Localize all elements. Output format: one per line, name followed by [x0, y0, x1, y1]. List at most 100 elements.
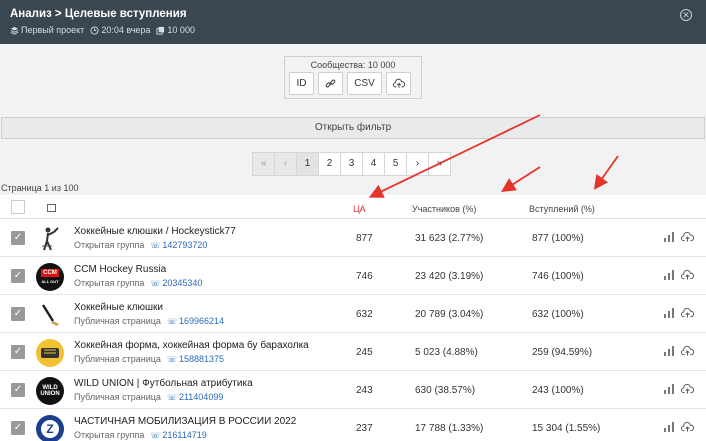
joins-value: 243 (100%) [532, 385, 584, 396]
bar-chart-icon[interactable] [663, 345, 675, 357]
community-id-link[interactable]: ☏ 142793720 [150, 240, 207, 250]
community-name[interactable]: Хоккейные клюшки [74, 302, 163, 313]
time-text: 20:04 вчера [101, 25, 151, 35]
last-page-button[interactable]: » [428, 152, 451, 176]
header-meta: Первый проект 20:04 вчера 10 000 [10, 25, 195, 35]
cloud-upload-icon[interactable] [681, 269, 694, 281]
cloud-upload-icon[interactable] [681, 421, 694, 433]
community-type-line: Публичная страница ☏ 158881375 [74, 354, 224, 364]
community-name[interactable]: Хоккейная форма, хоккейная форма бу бара… [74, 340, 309, 351]
table-row: ✓ Хоккейные клюшки Публичная страница ☏ 1699… [0, 295, 706, 333]
cloud-upload-icon[interactable] [681, 307, 694, 319]
community-type: Открытая группа [74, 240, 145, 250]
cloud-upload-icon[interactable] [681, 345, 694, 357]
project-info: Первый проект [10, 25, 84, 35]
community-name[interactable]: ЧАСТИЧНАЯ МОБИЛИЗАЦИЯ В РОССИИ 2022 [74, 416, 296, 427]
vk-icon: ☏ [166, 393, 177, 402]
row-checkbox[interactable]: ✓ [11, 345, 25, 359]
vk-icon: ☏ [150, 279, 161, 288]
community-id-link[interactable]: ☏ 20345340 [150, 278, 202, 288]
community-avatar: Z [36, 415, 64, 441]
bar-chart-icon[interactable] [663, 269, 675, 281]
column-header-joins[interactable]: Вступлений (%) [529, 204, 595, 214]
header-bar: Анализ > Целевые вступления Первый проек… [0, 0, 706, 44]
row-checkbox[interactable]: ✓ [11, 269, 25, 283]
page-title: Анализ > Целевые вступления [10, 8, 187, 20]
community-type-line: Открытая группа ☏ 20345340 [74, 278, 202, 288]
community-name[interactable]: Хоккейные клюшки / Hockeystick77 [74, 226, 236, 237]
bar-chart-icon[interactable] [663, 231, 675, 243]
row-checkbox[interactable]: ✓ [11, 383, 25, 397]
community-id-link[interactable]: ☏ 216114719 [150, 430, 206, 440]
link-icon [325, 79, 336, 88]
community-name[interactable]: CCM Hockey Russia [74, 264, 166, 275]
joins-value: 632 (100%) [532, 309, 584, 320]
community-id-link[interactable]: ☏ 169966214 [167, 316, 224, 326]
row-checkbox[interactable]: ✓ [11, 231, 25, 245]
next-page-button[interactable]: › [406, 152, 429, 176]
community-type-line: Открытая группа ☏ 142793720 [74, 240, 207, 250]
cloud-upload-icon[interactable] [681, 231, 694, 243]
community-avatar [36, 301, 64, 329]
bar-chart-icon[interactable] [663, 421, 675, 433]
cloud-upload-icon[interactable] [681, 383, 694, 395]
community-avatar: CCM ALL OUT [36, 263, 64, 291]
community-type: Публичная страница [74, 354, 161, 364]
copy-link-button[interactable] [318, 72, 343, 95]
page-button-2[interactable]: 2 [318, 152, 341, 176]
joins-value: 259 (94.59%) [532, 347, 593, 358]
row-checkbox[interactable]: ✓ [11, 421, 25, 435]
community-type: Публичная страница [74, 316, 161, 326]
ca-value: 632 [356, 309, 373, 320]
community-id-link[interactable]: ☏ 158881375 [167, 354, 224, 364]
first-page-button[interactable]: « [252, 152, 275, 176]
vk-icon: ☏ [150, 241, 161, 250]
joins-value: 877 (100%) [532, 233, 584, 244]
community-name[interactable]: WILD UNION | Футбольная атрибутика [74, 378, 253, 389]
close-button[interactable]: ✕ [680, 9, 692, 21]
export-csv-button[interactable]: CSV [347, 72, 382, 95]
community-type-line: Публичная страница ☏ 211404099 [74, 392, 223, 402]
cloud-upload-button[interactable] [386, 72, 411, 95]
community-type: Открытая группа [74, 278, 145, 288]
time-info: 20:04 вчера [90, 25, 150, 35]
community-type-line: Публичная страница ☏ 169966214 [74, 316, 224, 326]
column-header-members[interactable]: Участников (%) [412, 204, 476, 214]
vk-icon: ☏ [166, 317, 177, 326]
table-header: ЦА Участников (%) Вступлений (%) [0, 195, 706, 219]
communities-table: ЦА Участников (%) Вступлений (%) ✓ Хоккей… [0, 195, 706, 441]
clock-icon [90, 25, 99, 35]
row-checkbox[interactable]: ✓ [11, 307, 25, 321]
export-panel: Сообщества: 10 000 ID CSV [284, 56, 422, 99]
vk-icon: ☏ [150, 431, 161, 440]
table-row: ✓ Z ЧАСТИЧНАЯ МОБИЛИЗАЦИЯ В РОССИИ 2022 Отк… [0, 409, 706, 441]
page-button-3[interactable]: 3 [340, 152, 363, 176]
close-icon: ✕ [682, 10, 690, 20]
prev-page-button[interactable]: ‹ [274, 152, 297, 176]
export-id-button[interactable]: ID [289, 72, 314, 95]
ca-value: 237 [356, 423, 373, 434]
page-button-5[interactable]: 5 [384, 152, 407, 176]
table-body: ✓ Хоккейные клюшки / Hockeystick77 Открыта… [0, 219, 706, 441]
community-type: Публичная страница [74, 392, 161, 402]
members-value: 630 (38.57%) [415, 385, 476, 396]
page-button-4[interactable]: 4 [362, 152, 385, 176]
arrow-to-joins [593, 155, 619, 190]
community-avatar: WILD UNION [36, 377, 64, 405]
table-row: ✓ Хоккейные клюшки / Hockeystick77 Открыта… [0, 219, 706, 257]
ca-value: 243 [356, 385, 373, 396]
page-button-1[interactable]: 1 [296, 152, 319, 176]
members-value: 5 023 (4.88%) [415, 347, 478, 358]
community-type: Открытая группа [74, 430, 145, 440]
bar-chart-icon[interactable] [663, 383, 675, 395]
open-filter-button[interactable]: Открыть фильтр [1, 117, 705, 139]
joins-value: 746 (100%) [532, 271, 584, 282]
members-value: 23 420 (3.19%) [415, 271, 484, 282]
ca-value: 245 [356, 347, 373, 358]
select-all-checkbox[interactable] [11, 200, 25, 214]
ca-value: 877 [356, 233, 373, 244]
column-header-ca[interactable]: ЦА [353, 204, 366, 214]
members-value: 17 788 (1.33%) [415, 423, 484, 434]
bar-chart-icon[interactable] [663, 307, 675, 319]
community-id-link[interactable]: ☏ 211404099 [167, 392, 223, 402]
